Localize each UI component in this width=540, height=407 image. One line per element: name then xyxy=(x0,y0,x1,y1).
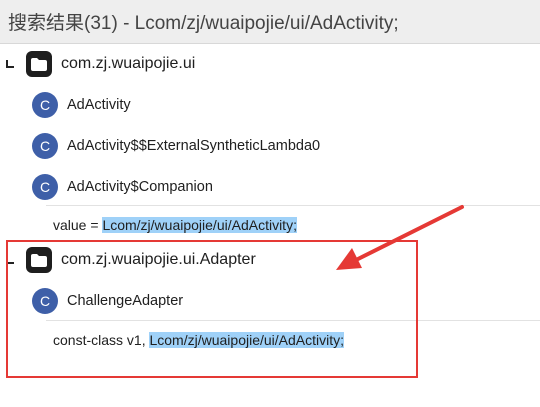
package-label: com.zj.wuaipojie.ui.Adapter xyxy=(61,251,256,268)
class-row[interactable]: C AdActivity$Companion xyxy=(0,167,540,207)
result-match-highlight: Lcom/zj/wuaipojie/ui/AdActivity; xyxy=(102,216,297,233)
class-label: AdActivity$$ExternalSyntheticLambda0 xyxy=(67,138,321,154)
search-result-row[interactable]: value = Lcom/zj/wuaipojie/ui/AdActivity; xyxy=(46,205,540,243)
class-icon: C xyxy=(32,174,58,200)
result-match-highlight: Lcom/zj/wuaipojie/ui/AdActivity; xyxy=(149,331,345,348)
folder-icon xyxy=(26,247,52,273)
package-row[interactable]: com.zj.wuaipojie.ui xyxy=(0,44,540,84)
class-row[interactable]: C AdActivity xyxy=(0,85,540,125)
class-label: ChallengeAdapter xyxy=(67,293,184,309)
result-code-prefix: const-class v1, xyxy=(53,331,150,348)
class-icon: C xyxy=(32,133,58,159)
class-icon: C xyxy=(32,92,58,118)
collapse-toggle-icon[interactable] xyxy=(6,60,14,68)
class-row[interactable]: C ChallengeAdapter xyxy=(0,281,540,321)
folder-icon xyxy=(26,51,52,77)
collapse-toggle-icon[interactable] xyxy=(6,256,14,264)
class-label: AdActivity xyxy=(67,97,131,113)
search-result-row[interactable]: const-class v1, Lcom/zj/wuaipojie/ui/AdA… xyxy=(46,320,540,358)
search-results-header: 搜索结果(31) - Lcom/zj/wuaipojie/ui/AdActivi… xyxy=(0,0,540,44)
result-code-prefix: value = xyxy=(53,216,103,233)
package-row[interactable]: com.zj.wuaipojie.ui.Adapter xyxy=(0,240,540,280)
package-label: com.zj.wuaipojie.ui xyxy=(61,55,196,72)
class-icon: C xyxy=(32,288,58,314)
class-label: AdActivity$Companion xyxy=(67,179,213,195)
class-row[interactable]: C AdActivity$$ExternalSyntheticLambda0 xyxy=(0,126,540,166)
search-results-title: 搜索结果(31) - Lcom/zj/wuaipojie/ui/AdActivi… xyxy=(8,13,399,34)
